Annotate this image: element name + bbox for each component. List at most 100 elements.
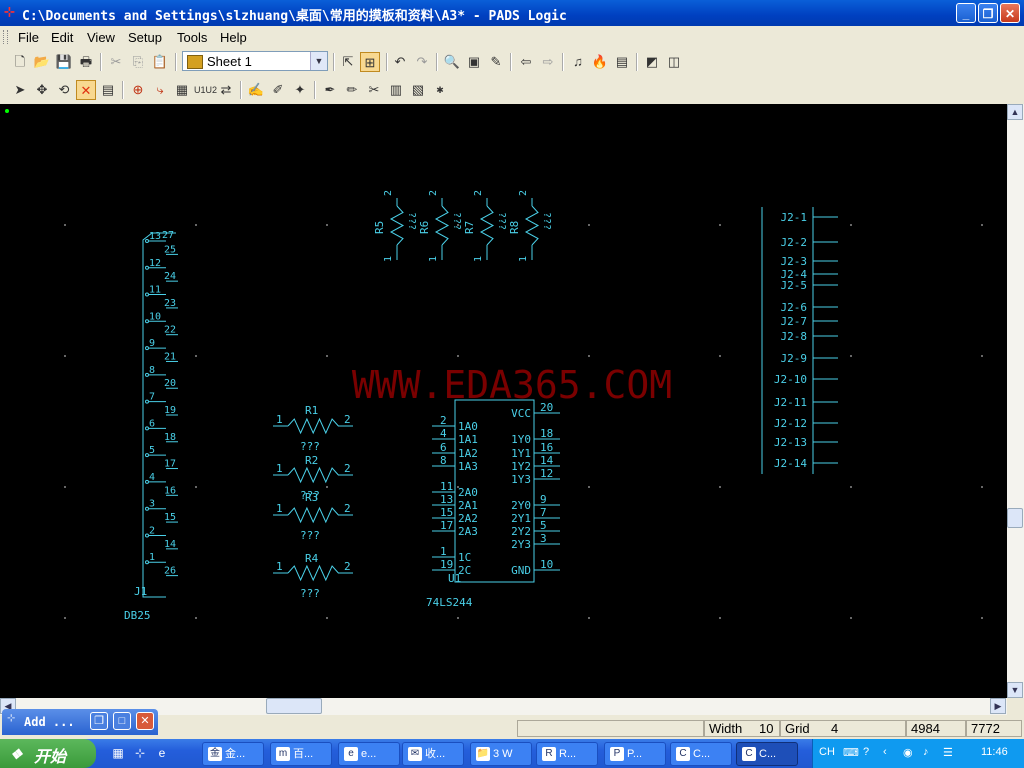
vertical-scroll-thumb[interactable] xyxy=(1007,508,1023,528)
taskbar-button[interactable]: C C... xyxy=(736,742,798,766)
pads-quicklaunch-icon[interactable]: ⊹ xyxy=(132,745,148,761)
redraw-icon[interactable]: ✎ xyxy=(486,52,506,72)
desktop-icon[interactable]: ▦ xyxy=(110,745,126,761)
ic-pin-name: 1Y3 xyxy=(511,473,531,486)
restore-button[interactable]: ❐ xyxy=(978,3,998,23)
menu-edit[interactable]: Edit xyxy=(51,30,73,45)
swap-icon[interactable]: ⇄ xyxy=(216,80,236,100)
resistor-zigzag xyxy=(287,417,339,435)
board-icon[interactable]: ▣ xyxy=(464,52,484,72)
off-page-icon[interactable]: ✱ xyxy=(430,80,450,100)
copy-icon[interactable]: ⎘ xyxy=(128,52,148,72)
messenger-icon[interactable]: ☰ xyxy=(943,746,953,759)
add-text-icon[interactable]: ✍ xyxy=(246,80,266,100)
volume-icon[interactable]: ♪ xyxy=(923,746,929,758)
redo-icon[interactable]: ↷ xyxy=(412,52,432,72)
new-icon[interactable]: 🗋 xyxy=(10,52,30,72)
taskbar-button[interactable]: R R... xyxy=(536,742,598,766)
help-icon[interactable]: ? xyxy=(863,746,869,758)
taskbar-button[interactable]: e e... xyxy=(338,742,400,766)
pads-app-icon[interactable]: ⊹ xyxy=(4,5,18,19)
renumber-icon[interactable]: U1U2 xyxy=(194,80,217,100)
grid-dot xyxy=(64,224,66,226)
j2-connector[interactable]: J2-1J2-2J2-3J2-4J2-5J2-6J2-7J2-8J2-9J2-1… xyxy=(761,207,838,474)
properties-icon[interactable]: ▤ xyxy=(612,52,632,72)
menu-grip[interactable] xyxy=(3,30,8,44)
ic-74ls244[interactable]: 2 1A0 4 1A1 6 1A2 8 1A3 11 2A0 13 2A1 15 2A2 17 2A3 1 1C 1… xyxy=(426,399,560,609)
db25-connector[interactable]: 1325122411231022921820719618517416315214… xyxy=(124,230,178,622)
move-icon[interactable]: ✥ xyxy=(32,80,52,100)
close-button[interactable]: ✕ xyxy=(1000,3,1020,23)
delete-icon[interactable]: ✕ xyxy=(76,80,96,100)
db25-pin-number: 25 xyxy=(164,244,176,255)
menu-view[interactable]: View xyxy=(87,30,115,45)
resistor-zigzag xyxy=(389,205,405,246)
select-arrow-icon[interactable]: ➤ xyxy=(10,80,30,100)
select-filter-icon[interactable]: ⇱ xyxy=(338,52,358,72)
add-bus-icon[interactable]: ▦ xyxy=(172,80,192,100)
sheet-dropdown[interactable]: Sheet 1 ▼ xyxy=(182,51,328,71)
chevron-down-icon[interactable]: ▼ xyxy=(310,52,327,70)
taskbar-button[interactable]: ✉ 收... xyxy=(402,742,464,766)
open-icon[interactable]: 📂 xyxy=(32,52,52,72)
library-icon[interactable]: ▥ xyxy=(386,80,406,100)
attributes-icon[interactable]: ▧ xyxy=(408,80,428,100)
restore-icon[interactable]: ❐ xyxy=(90,712,108,730)
close-icon[interactable]: ✕ xyxy=(136,712,154,730)
taskbar-button[interactable]: P P... xyxy=(604,742,666,766)
menu-help[interactable]: Help xyxy=(220,30,247,45)
ic-pin-name: 2Y2 xyxy=(511,525,531,538)
start-button[interactable]: ❖ 开始 xyxy=(0,739,96,768)
undo-icon[interactable]: ↶ xyxy=(390,52,410,72)
fire-icon[interactable]: 🔥 xyxy=(590,52,610,72)
vertical-scrollbar[interactable]: ▲ ▼ xyxy=(1007,104,1024,698)
language-indicator[interactable]: CH xyxy=(819,746,835,758)
pin-icon[interactable]: ♫ xyxy=(568,52,588,72)
scroll-right-icon[interactable]: ▶ xyxy=(990,698,1006,714)
toolbar-separator xyxy=(122,81,124,99)
task-label: P... xyxy=(627,748,643,760)
taskbar-button[interactable]: m 百... xyxy=(270,742,332,766)
resistor-zigzag xyxy=(287,506,339,524)
cut-icon[interactable]: ✂ xyxy=(106,52,126,72)
schematic-canvas[interactable]: WWW.EDA365.COM 13 25 12 24 11 23 10 22 9 21 8 20 7 19… xyxy=(0,104,1007,698)
scroll-down-icon[interactable]: ▼ xyxy=(1007,682,1023,698)
taskbar-button[interactable]: 金金... xyxy=(202,742,264,766)
add-connection-icon[interactable]: ⤷ xyxy=(150,80,170,100)
scroll-up-icon[interactable]: ▲ xyxy=(1007,104,1023,120)
keyboard-icon[interactable]: ⌨ xyxy=(843,746,859,759)
window-icon[interactable]: ◫ xyxy=(664,52,684,72)
edit-wire-icon[interactable]: ✏ xyxy=(342,80,362,100)
edit-part-icon[interactable]: ✒ xyxy=(320,80,340,100)
origin-marker xyxy=(5,109,9,113)
grid-status: Grid 4 xyxy=(780,720,906,737)
previous-view-icon[interactable]: ⇦ xyxy=(516,52,536,72)
tray-chevron-icon[interactable]: ‹ xyxy=(883,746,887,758)
taskbar-button[interactable]: 📁 3 W xyxy=(470,742,532,766)
next-view-icon[interactable]: ⇨ xyxy=(538,52,558,72)
zoom-icon[interactable]: 🔍 xyxy=(442,52,462,72)
add-part-icon[interactable]: ⊕ xyxy=(128,80,148,100)
macro-icon[interactable]: ◩ xyxy=(642,52,662,72)
add-field-icon[interactable]: ✐ xyxy=(268,80,288,100)
paste-icon[interactable]: 📋 xyxy=(150,52,170,72)
save-icon[interactable]: 💾 xyxy=(54,52,74,72)
menu-file[interactable]: File xyxy=(18,30,39,45)
ie-icon[interactable]: e xyxy=(154,745,170,761)
menu-tools[interactable]: Tools xyxy=(177,30,207,45)
menu-setup[interactable]: Setup xyxy=(128,30,162,45)
horizontal-scroll-thumb[interactable] xyxy=(266,698,322,714)
design-toolbar-icon[interactable]: ⊞ xyxy=(360,52,380,72)
print-icon[interactable]: 🖶 xyxy=(76,52,96,72)
maximize-icon[interactable]: □ xyxy=(113,712,131,730)
add-window[interactable]: ⊹ Add ... ❐ □ ✕ xyxy=(2,709,158,735)
add-2d-line-icon[interactable]: ✦ xyxy=(290,80,310,100)
query-icon[interactable]: ▤ xyxy=(98,80,118,100)
network-icon[interactable]: ◉ xyxy=(903,746,913,759)
schematic-drawing[interactable]: WWW.EDA365.COM 1325122411231022921820719… xyxy=(0,104,1007,698)
edit-net-icon[interactable]: ✂ xyxy=(364,80,384,100)
grid-dot xyxy=(195,355,197,357)
rotate-icon[interactable]: ⟲ xyxy=(54,80,74,100)
taskbar-button[interactable]: C C... xyxy=(670,742,732,766)
minimize-button[interactable]: _ xyxy=(956,3,976,23)
